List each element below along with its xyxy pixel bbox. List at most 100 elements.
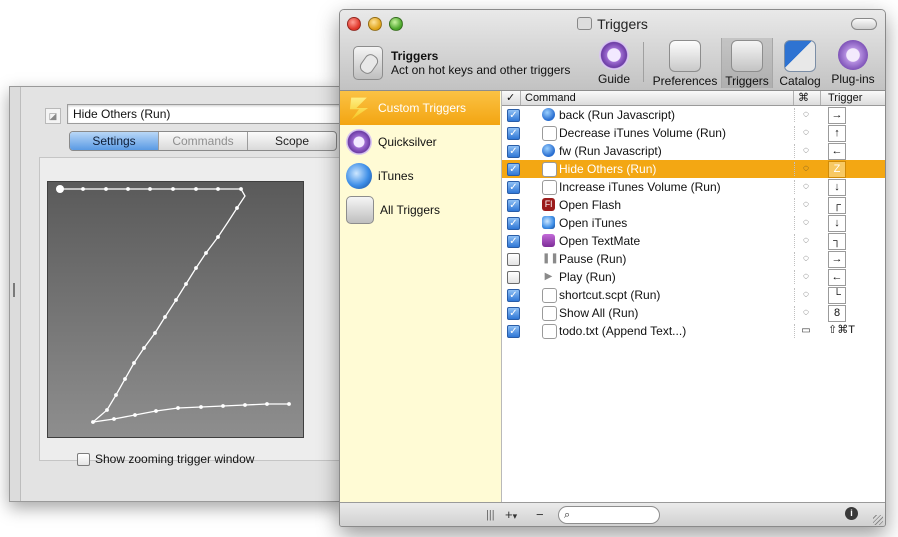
trigger-name-field[interactable]: Hide Others (Run) (67, 104, 345, 124)
tab-scope[interactable]: Scope (248, 132, 336, 150)
enabled-checkbox[interactable]: ✓ (507, 325, 520, 338)
trigger-gesture[interactable]: ┐ (828, 233, 846, 250)
toolbar-guide[interactable]: Guide (592, 38, 636, 88)
drawer-content: ◪ Hide Others (Run) Settings Commands Sc… (20, 87, 345, 501)
text-file-icon (542, 324, 557, 339)
column-key-header[interactable]: ⌘ (794, 91, 821, 105)
triggers-window: Triggers Triggers Act on hot keys and ot… (339, 9, 886, 527)
zoom-window-label: Show zooming trigger window (95, 452, 255, 466)
table-row[interactable]: ✓ fw (Run Javascript) ◌ ← (502, 142, 885, 160)
table-row[interactable]: ✓ Open TextMate ◌ ┐ (502, 232, 885, 250)
toolbar-plugins[interactable]: Plug-ins (826, 38, 880, 88)
table-row[interactable]: ✓ Show All (Run) ◌ 8 (502, 304, 885, 322)
sidebar-item-custom-triggers[interactable]: Custom Triggers (340, 91, 500, 125)
trigger-gesture[interactable]: ┌ (828, 197, 846, 214)
trigger-sets-sidebar: Custom Triggers Quicksilver iTunes All T… (340, 91, 502, 502)
enabled-checkbox[interactable]: ✓ (507, 217, 520, 230)
trigger-gesture[interactable]: ↓ (828, 215, 846, 232)
trigger-gesture[interactable]: ← (828, 269, 846, 286)
trigger-hotkey[interactable]: ⇧⌘T (828, 323, 855, 338)
enabled-checkbox[interactable]: ✓ (507, 127, 520, 140)
table-header: ✓ Command ⌘ Trigger (502, 91, 885, 106)
add-trigger-button[interactable]: +▾ (505, 507, 517, 523)
trigger-gesture[interactable]: → (828, 251, 846, 268)
enabled-checkbox[interactable]: ✓ (507, 163, 520, 176)
column-enabled-header[interactable]: ✓ (502, 91, 521, 105)
gesture-canvas[interactable] (47, 181, 304, 438)
table-row[interactable]: ❚❚ Pause (Run) ◌ → (502, 250, 885, 268)
plugins-icon (838, 40, 868, 70)
command-label: Show All (Run) (559, 306, 639, 320)
sidebar-item-itunes[interactable]: iTunes (340, 159, 500, 193)
table-row[interactable]: ✓ Hide Others (Run) ◌ Z (502, 160, 885, 178)
catalog-icon (784, 40, 816, 72)
command-label: todo.txt (Append Text...) (559, 324, 687, 338)
table-row[interactable]: ✓ back (Run Javascript) ◌ → (502, 106, 885, 124)
enabled-checkbox[interactable]: ✓ (507, 199, 520, 212)
column-command-header[interactable]: Command (521, 91, 794, 105)
enabled-checkbox[interactable]: ✓ (507, 109, 520, 122)
trigger-gesture[interactable]: ↑ (828, 125, 846, 142)
trigger-gesture[interactable]: ↓ (828, 179, 846, 196)
toolbar-toggle-button[interactable] (851, 18, 877, 30)
enabled-checkbox[interactable] (507, 271, 520, 284)
globe-icon (542, 108, 555, 121)
table-body: ✓ back (Run Javascript) ◌ → ✓ Decrease i… (502, 106, 885, 502)
mouse-scope-icon: ◌ (794, 108, 817, 122)
mouse-scope-icon: ◌ (794, 126, 817, 140)
zoom-window-checkbox[interactable] (77, 452, 90, 466)
mouse-scope-icon: ◌ (794, 144, 817, 158)
enabled-checkbox[interactable]: ✓ (507, 235, 520, 248)
trigger-gesture[interactable]: 8 (828, 305, 846, 322)
sidebar-item-quicksilver[interactable]: Quicksilver (340, 125, 500, 159)
toolbar-preferences[interactable]: Preferences (649, 38, 721, 88)
toolbar-triggers[interactable]: Triggers (721, 38, 773, 88)
column-trigger-header[interactable]: Trigger (824, 91, 883, 105)
search-field[interactable]: ⌕ (558, 506, 660, 524)
lightning-icon (349, 97, 369, 120)
trigger-gesture[interactable]: ← (828, 143, 846, 160)
triggers-header-icon (353, 46, 383, 80)
command-label: shortcut.scpt (Run) (559, 288, 661, 302)
table-row[interactable]: ✓ Increase iTunes Volume (Run) ◌ ↓ (502, 178, 885, 196)
table-row[interactable]: ▶ Play (Run) ◌ ← (502, 268, 885, 286)
play-icon: ▶ (544, 271, 553, 282)
info-button[interactable]: i (845, 507, 858, 520)
enabled-checkbox[interactable] (507, 253, 520, 266)
guide-icon (599, 40, 629, 70)
enabled-checkbox[interactable]: ✓ (507, 289, 520, 302)
preferences-icon (669, 40, 701, 72)
tab-commands[interactable]: Commands (159, 132, 248, 150)
mouse-scope-icon: ◌ (794, 162, 817, 176)
sidebar-item-all-triggers[interactable]: All Triggers (340, 193, 500, 227)
trigger-gesture[interactable]: └ (828, 287, 846, 304)
remove-trigger-button[interactable]: − (536, 507, 544, 523)
command-label: Pause (Run) (559, 252, 627, 266)
table-row[interactable]: ✓ todo.txt (Append Text...) ▭ ⇧⌘T (502, 322, 885, 340)
table-row[interactable]: ✓ Fl Open Flash ◌ ┌ (502, 196, 885, 214)
enabled-checkbox[interactable]: ✓ (507, 145, 520, 158)
pane-subtitle: Act on hot keys and other triggers (391, 63, 571, 77)
drawer-resize-handle[interactable] (13, 283, 15, 297)
window-resize-grip[interactable] (873, 515, 883, 525)
command-icon: ◪ (45, 108, 61, 124)
table-row[interactable]: ✓ shortcut.scpt (Run) ◌ └ (502, 286, 885, 304)
tab-settings[interactable]: Settings (70, 132, 159, 150)
split-resize-handle[interactable]: ||| (486, 507, 495, 523)
zoom-window-option[interactable]: Show zooming trigger window (77, 452, 254, 466)
command-label: Increase iTunes Volume (Run) (559, 180, 721, 194)
enabled-checkbox[interactable]: ✓ (507, 307, 520, 320)
toolbar-catalog[interactable]: Catalog (774, 38, 826, 88)
table-row[interactable]: ✓ Open iTunes ◌ ↓ (502, 214, 885, 232)
globe-icon (542, 144, 555, 157)
enabled-checkbox[interactable]: ✓ (507, 181, 520, 194)
command-label: Hide Others (Run) (559, 162, 657, 176)
mouse-scope-icon: ◌ (794, 180, 817, 194)
trigger-gesture[interactable]: → (828, 107, 846, 124)
command-label: Decrease iTunes Volume (Run) (559, 126, 726, 140)
app-icon (542, 162, 557, 177)
keyboard-scope-icon: ▭ (794, 324, 817, 338)
trigger-gesture[interactable]: Z (828, 161, 846, 178)
table-row[interactable]: ✓ Decrease iTunes Volume (Run) ◌ ↑ (502, 124, 885, 142)
mouse-scope-icon: ◌ (794, 252, 817, 266)
